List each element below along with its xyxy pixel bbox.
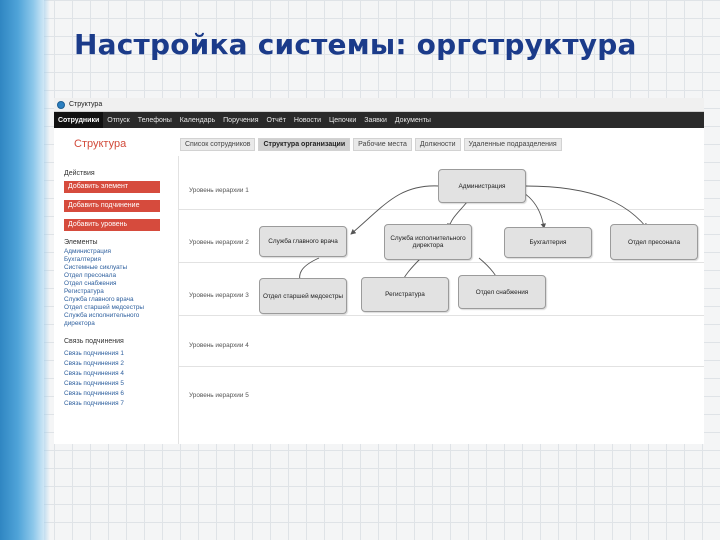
element-link[interactable]: Отдел пресонала (64, 272, 176, 280)
elements-heading: Элементы (64, 239, 98, 246)
main-menu: Сотрудники Отпуск Телефоны Календарь Пор… (54, 112, 704, 128)
org-node-head-nurse-department[interactable]: Отдел старшей медсестры (259, 278, 347, 314)
element-link[interactable]: Служба исполнительного директора (64, 312, 154, 328)
page-title: Структура (74, 138, 127, 150)
org-node-supply-department[interactable]: Отдел снабжения (458, 275, 546, 309)
element-link[interactable]: Отдел старшей медсестры (64, 304, 176, 312)
relation-link[interactable]: Связь подчинения 1 (64, 350, 176, 358)
relation-link[interactable]: Связь подчинения 2 (64, 360, 176, 368)
tab-org-structure[interactable]: Структура организации (258, 138, 351, 151)
tab-positions[interactable]: Должности (414, 138, 461, 151)
menu-item-requests[interactable]: Заявки (360, 112, 391, 128)
add-subordination-button[interactable]: Добавить подчинение (64, 200, 160, 212)
org-node-personnel-department[interactable]: Отдел пресонала (610, 224, 698, 260)
add-element-button[interactable]: Добавить элемент (64, 181, 160, 193)
menu-item-calendar[interactable]: Календарь (176, 112, 219, 128)
element-link[interactable]: Регистратура (64, 288, 176, 296)
tab-workplaces[interactable]: Рабочие места (353, 138, 412, 151)
tab-remote-units[interactable]: Удаленные подразделения (463, 138, 562, 151)
actions-heading: Действия (64, 170, 95, 177)
menu-item-news[interactable]: Новости (290, 112, 325, 128)
element-link[interactable]: Администрация (64, 248, 176, 256)
menu-item-vacation[interactable]: Отпуск (103, 112, 133, 128)
tab-employee-list[interactable]: Список сотрудников (180, 138, 256, 151)
relation-link[interactable]: Связь подчинения 6 (64, 390, 176, 398)
app-window: Структура Сотрудники Отпуск Телефоны Кал… (54, 98, 704, 444)
element-link[interactable]: Служба главного врача (64, 296, 176, 304)
slide-title: Настройка системы: оргструктура (74, 28, 637, 61)
element-link[interactable]: Бухгалтерия (64, 256, 176, 264)
menu-item-phones[interactable]: Телефоны (134, 112, 176, 128)
org-node-registry[interactable]: Регистратура (361, 277, 449, 312)
element-link[interactable]: Отдел снабжения (64, 280, 176, 288)
org-node-administration[interactable]: Администрация (438, 169, 526, 203)
window-titlebar: Структура (54, 98, 704, 112)
app-logo-icon (57, 100, 65, 109)
menu-item-chains[interactable]: Цепочки (325, 112, 360, 128)
menu-item-employees[interactable]: Сотрудники (54, 112, 104, 128)
org-node-accounting[interactable]: Бухгалтерия (504, 227, 592, 258)
menu-item-assignments[interactable]: Поручения (219, 112, 262, 128)
add-level-button[interactable]: Добавить уровень (64, 219, 160, 231)
tab-bar: Список сотрудников Структура организации… (180, 138, 565, 151)
relations-heading: Связь подчинения (64, 338, 124, 345)
sidebar: Действия Добавить элемент Добавить подчи… (64, 168, 176, 408)
org-chart-canvas: Уровень иерархии 1 Уровень иерархии 2 Ур… (178, 156, 704, 444)
slide-decoration-bar (0, 0, 50, 540)
org-node-chief-doctor-service[interactable]: Служба главного врача (259, 226, 347, 257)
menu-item-report[interactable]: Отчёт (263, 112, 290, 128)
window-title: Структура (69, 101, 103, 108)
relation-link[interactable]: Связь подчинения 5 (64, 380, 176, 388)
relation-link[interactable]: Связь подчинения 4 (64, 370, 176, 378)
relation-link[interactable]: Связь подчинения 7 (64, 400, 176, 408)
org-node-executive-director-service[interactable]: Служба исполнительного директора (384, 224, 472, 260)
menu-item-documents[interactable]: Документы (391, 112, 435, 128)
element-link[interactable]: Системные сиклуаты (64, 264, 176, 272)
